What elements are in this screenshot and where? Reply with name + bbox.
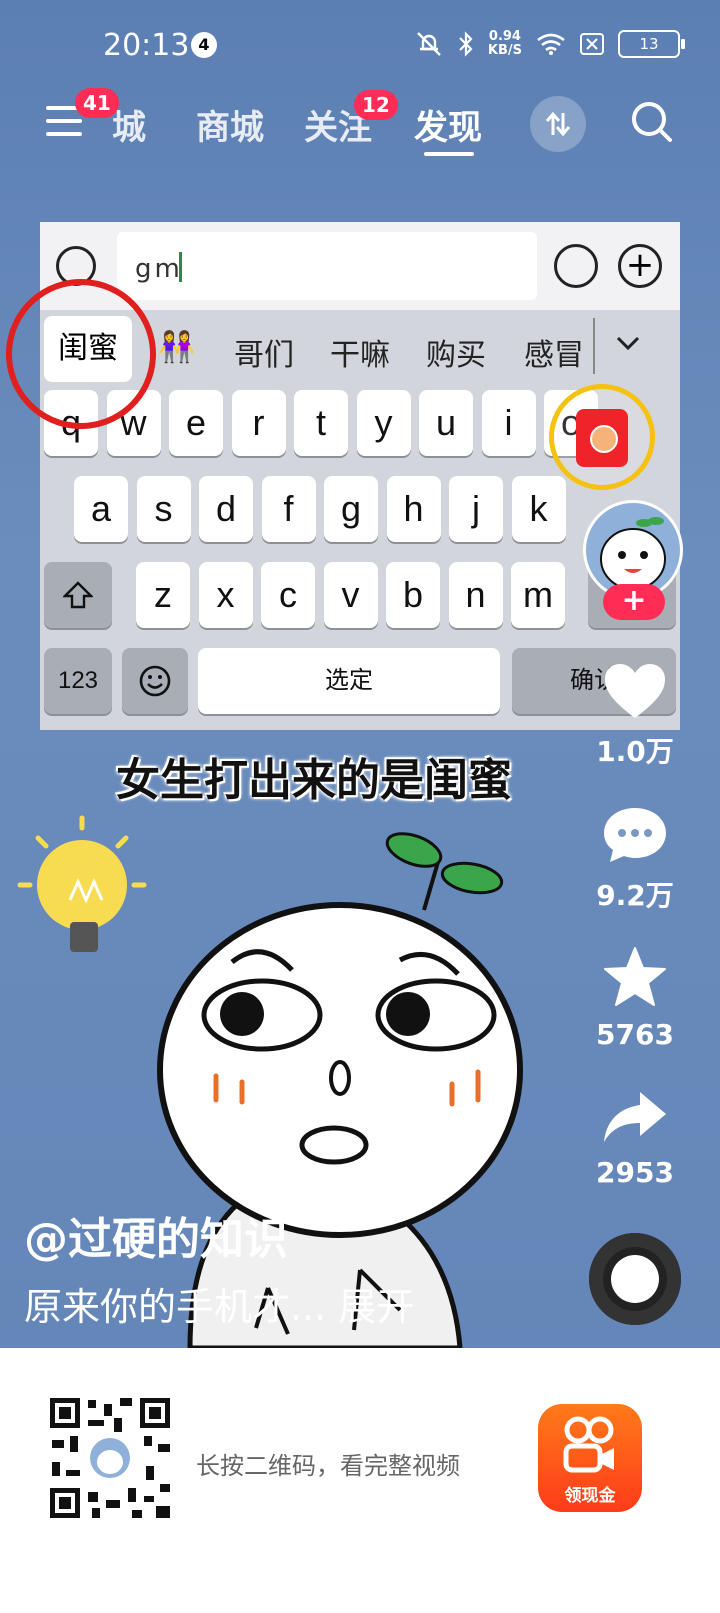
wifi-icon bbox=[537, 33, 565, 55]
key-e: e bbox=[169, 390, 223, 456]
chevron-down-icon bbox=[616, 336, 640, 351]
key-f: f bbox=[261, 476, 316, 542]
star-icon bbox=[604, 947, 666, 1006]
red-packet-button[interactable] bbox=[549, 384, 655, 490]
network-speed: 0.94 KB/S bbox=[488, 30, 522, 58]
author-name[interactable]: @过硬的知识 bbox=[24, 1203, 288, 1267]
text-cursor bbox=[179, 252, 182, 282]
chat-input-field: gm bbox=[117, 232, 537, 300]
status-time: 20:13 bbox=[103, 28, 190, 63]
music-disc-cover bbox=[611, 1255, 659, 1303]
like-count: 1.0万 bbox=[596, 735, 674, 768]
key-r: r bbox=[231, 390, 286, 456]
key-y: y bbox=[356, 390, 411, 456]
tab-city[interactable]: 城 bbox=[112, 100, 146, 149]
numbers-key: 123 bbox=[44, 648, 112, 714]
qr-code-image[interactable] bbox=[48, 1396, 172, 1520]
key-z: z bbox=[136, 562, 190, 628]
key-u: u bbox=[419, 390, 473, 456]
search-button[interactable] bbox=[630, 100, 674, 148]
input-row: gm + bbox=[40, 222, 680, 310]
network-speed-value: 0.94 bbox=[488, 29, 521, 44]
music-disc[interactable] bbox=[589, 1233, 681, 1325]
follow-button[interactable]: + bbox=[603, 584, 665, 620]
key-n: n bbox=[448, 562, 503, 628]
key-d: d bbox=[199, 476, 253, 542]
top-navigation: 41 城 商城 关注 12 发现 bbox=[0, 88, 720, 162]
key-j: j bbox=[449, 476, 503, 542]
candidate-word: 哥们 bbox=[234, 338, 294, 373]
key-x: x bbox=[198, 562, 253, 628]
emoji-key bbox=[122, 648, 188, 714]
bluetooth-icon bbox=[459, 31, 473, 57]
favorite-button[interactable]: 5763 bbox=[580, 946, 690, 1051]
share-arrow-icon bbox=[604, 1092, 666, 1142]
bottom-banner: 长按二维码，看完整视频 领现金 bbox=[0, 1348, 720, 1613]
switch-button[interactable] bbox=[530, 96, 586, 152]
share-button[interactable]: 2953 bbox=[580, 1090, 690, 1189]
key-b: b bbox=[386, 562, 440, 628]
qr-hint-text: 长按二维码，看完整视频 bbox=[196, 1452, 460, 1480]
favorite-count: 5763 bbox=[596, 1018, 674, 1051]
comment-button[interactable]: 9.2万 bbox=[580, 806, 690, 914]
smiley-icon bbox=[139, 665, 171, 697]
search-icon bbox=[632, 102, 672, 142]
tab-discover[interactable]: 发现 bbox=[414, 100, 482, 149]
heart-icon bbox=[605, 664, 665, 718]
key-g: g bbox=[324, 476, 378, 542]
key-h: h bbox=[386, 476, 441, 542]
comment-icon bbox=[604, 808, 666, 862]
tab-mall[interactable]: 商城 bbox=[196, 100, 264, 149]
key-i: i bbox=[481, 390, 536, 456]
following-badge: 12 bbox=[354, 90, 398, 120]
space-key: 选定 bbox=[198, 648, 500, 714]
key-m: m bbox=[511, 562, 565, 628]
key-k: k bbox=[511, 476, 566, 542]
key-s: s bbox=[136, 476, 191, 542]
key-t: t bbox=[294, 390, 348, 456]
key-v: v bbox=[323, 562, 378, 628]
red-packet-icon bbox=[576, 409, 628, 467]
emoji-icon bbox=[554, 244, 598, 288]
share-count: 2953 bbox=[596, 1156, 674, 1189]
plus-icon: + bbox=[618, 244, 662, 288]
comment-count: 9.2万 bbox=[596, 879, 674, 912]
input-text: gm bbox=[135, 254, 183, 284]
network-speed-unit: KB/S bbox=[487, 43, 522, 58]
candidate-word: 👭 bbox=[158, 330, 196, 365]
candidate-divider bbox=[593, 318, 595, 374]
sim-off-icon bbox=[580, 33, 604, 55]
battery-indicator: 13 bbox=[618, 30, 685, 58]
video-description[interactable]: 原来你的手机才... 展开 bbox=[24, 1276, 414, 1331]
key-c: c bbox=[261, 562, 315, 628]
like-button[interactable]: 1.0万 bbox=[580, 662, 690, 770]
candidate-word: 感冒 bbox=[524, 338, 584, 373]
lightbulb-icon bbox=[17, 815, 147, 952]
video-caption: 女生打出来的是闺蜜 bbox=[116, 755, 512, 806]
notification-count-badge: 4 bbox=[191, 32, 217, 58]
active-tab-underline bbox=[424, 152, 474, 156]
candidate-word: 购买 bbox=[426, 338, 486, 373]
key-a: a bbox=[74, 476, 128, 542]
candidate-word: 干嘛 bbox=[330, 338, 390, 373]
status-bar: 20:13 4 0.94 KB/S 13 bbox=[0, 22, 720, 66]
app-logo-label: 领现金 bbox=[564, 1486, 616, 1506]
mute-bell-icon bbox=[417, 32, 441, 56]
shift-icon bbox=[62, 581, 94, 609]
status-icons: 0.94 KB/S 13 bbox=[414, 30, 685, 58]
shift-key bbox=[44, 562, 112, 628]
camera-logo-icon bbox=[563, 1416, 614, 1473]
kuaishou-app-logo[interactable]: 领现金 bbox=[538, 1404, 642, 1512]
swap-arrows-icon bbox=[545, 111, 571, 137]
